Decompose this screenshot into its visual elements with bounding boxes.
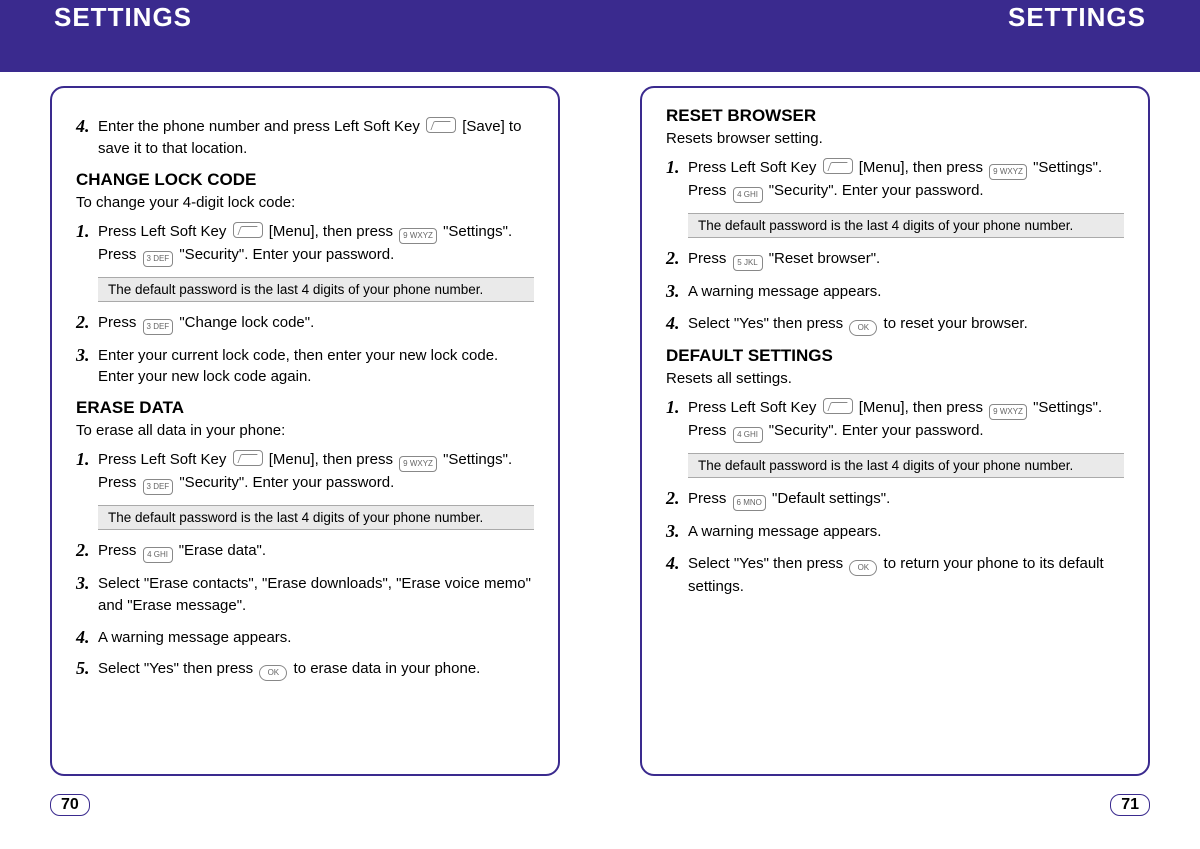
step-item: 1. Press Left Soft Key [Menu], then pres… xyxy=(666,157,1124,203)
step-text: Select "Yes" then press OK to reset your… xyxy=(688,313,1124,336)
step-item: 2. Press 5 JKL "Reset browser". xyxy=(666,248,1124,271)
step-text: Press Left Soft Key [Menu], then press 9… xyxy=(688,157,1124,203)
step-number: 1. xyxy=(666,157,688,203)
step-item: 1. Press Left Soft Key [Menu], then pres… xyxy=(76,221,534,267)
ok-key-icon: OK xyxy=(259,665,287,681)
section-subtitle: Resets all settings. xyxy=(666,370,1124,387)
step-number: 4. xyxy=(76,627,98,649)
content-box-right: RESET BROWSER Resets browser setting. 1.… xyxy=(640,86,1150,776)
step-text: Select "Erase contacts", "Erase download… xyxy=(98,573,534,617)
note-box: The default password is the last 4 digit… xyxy=(98,505,534,530)
step-number: 2. xyxy=(76,540,98,563)
step-number: 1. xyxy=(76,221,98,267)
step-text: A warning message appears. xyxy=(98,627,534,649)
section-subtitle: To erase all data in your phone: xyxy=(76,422,534,439)
page-right: RESET BROWSER Resets browser setting. 1.… xyxy=(640,86,1150,776)
key-9-icon: 9 WXYZ xyxy=(989,404,1027,420)
content-box-left: 4. Enter the phone number and press Left… xyxy=(50,86,560,776)
step-text: Press 4 GHI "Erase data". xyxy=(98,540,534,563)
header-bar: SETTINGS SETTINGS xyxy=(0,0,1200,72)
key-4-icon: 4 GHI xyxy=(733,427,763,443)
step-item: 3. A warning message appears. xyxy=(666,521,1124,543)
key-3-icon: 3 DEF xyxy=(143,319,174,335)
step-number: 3. xyxy=(76,345,98,389)
step-item: 1. Press Left Soft Key [Menu], then pres… xyxy=(76,449,534,495)
step-number: 3. xyxy=(666,521,688,543)
step-number: 4. xyxy=(666,313,688,336)
header-title-left: SETTINGS xyxy=(54,2,192,33)
step-item: 4. Select "Yes" then press OK to reset y… xyxy=(666,313,1124,336)
ok-key-icon: OK xyxy=(849,560,877,576)
step-text: Press 5 JKL "Reset browser". xyxy=(688,248,1124,271)
step-text: Press 6 MNO "Default settings". xyxy=(688,488,1124,511)
section-title: ERASE DATA xyxy=(76,398,534,418)
step-item: 1. Press Left Soft Key [Menu], then pres… xyxy=(666,397,1124,443)
section-title: RESET BROWSER xyxy=(666,106,1124,126)
key-3-icon: 3 DEF xyxy=(143,479,174,495)
step-text: Enter your current lock code, then enter… xyxy=(98,345,534,389)
key-9-icon: 9 WXYZ xyxy=(399,228,437,244)
step-text: Press Left Soft Key [Menu], then press 9… xyxy=(98,221,534,267)
step-item: 4. Select "Yes" then press OK to return … xyxy=(666,553,1124,598)
step-number: 1. xyxy=(666,397,688,443)
step-number: 4. xyxy=(666,553,688,598)
key-4-icon: 4 GHI xyxy=(733,187,763,203)
step-item: 2. Press 4 GHI "Erase data". xyxy=(76,540,534,563)
step-item: 2. Press 3 DEF "Change lock code". xyxy=(76,312,534,335)
step-item: 3. Select "Erase contacts", "Erase downl… xyxy=(76,573,534,617)
page-left: 4. Enter the phone number and press Left… xyxy=(50,86,560,776)
section-title: DEFAULT SETTINGS xyxy=(666,346,1124,366)
softkey-icon xyxy=(233,222,263,238)
step-number: 1. xyxy=(76,449,98,495)
step-number: 2. xyxy=(76,312,98,335)
page-number-right: 71 xyxy=(1110,794,1150,816)
header-title-right: SETTINGS xyxy=(1008,2,1146,33)
step-number: 2. xyxy=(666,248,688,271)
softkey-icon xyxy=(823,158,853,174)
note-box: The default password is the last 4 digit… xyxy=(98,277,534,302)
step-text: Select "Yes" then press OK to erase data… xyxy=(98,658,534,681)
step-item: 3. Enter your current lock code, then en… xyxy=(76,345,534,389)
page-spread: 4. Enter the phone number and press Left… xyxy=(0,72,1200,776)
softkey-icon xyxy=(823,398,853,414)
key-5-icon: 5 JKL xyxy=(733,255,763,271)
step-item: 5. Select "Yes" then press OK to erase d… xyxy=(76,658,534,681)
step-number: 5. xyxy=(76,658,98,681)
section-subtitle: Resets browser setting. xyxy=(666,130,1124,147)
softkey-icon xyxy=(233,450,263,466)
step-number: 4. xyxy=(76,116,98,160)
key-4-icon: 4 GHI xyxy=(143,547,173,563)
key-9-icon: 9 WXYZ xyxy=(989,164,1027,180)
step-number: 3. xyxy=(76,573,98,617)
step-text: Select "Yes" then press OK to return you… xyxy=(688,553,1124,598)
step-text: Press Left Soft Key [Menu], then press 9… xyxy=(98,449,534,495)
page-number-left: 70 xyxy=(50,794,90,816)
step-text: Press Left Soft Key [Menu], then press 9… xyxy=(688,397,1124,443)
step-number: 2. xyxy=(666,488,688,511)
ok-key-icon: OK xyxy=(849,320,877,336)
step-text: A warning message appears. xyxy=(688,281,1124,303)
note-box: The default password is the last 4 digit… xyxy=(688,453,1124,478)
step-item: 4. A warning message appears. xyxy=(76,627,534,649)
step-text: Press 3 DEF "Change lock code". xyxy=(98,312,534,335)
section-subtitle: To change your 4-digit lock code: xyxy=(76,194,534,211)
note-box: The default password is the last 4 digit… xyxy=(688,213,1124,238)
section-title: CHANGE LOCK CODE xyxy=(76,170,534,190)
step-text: Enter the phone number and press Left So… xyxy=(98,116,534,160)
key-6-icon: 6 MNO xyxy=(733,495,766,511)
key-9-icon: 9 WXYZ xyxy=(399,456,437,472)
step-item: 4. Enter the phone number and press Left… xyxy=(76,116,534,160)
step-item: 2. Press 6 MNO "Default settings". xyxy=(666,488,1124,511)
key-3-icon: 3 DEF xyxy=(143,251,174,267)
softkey-icon xyxy=(426,117,456,133)
step-number: 3. xyxy=(666,281,688,303)
step-text: A warning message appears. xyxy=(688,521,1124,543)
step-item: 3. A warning message appears. xyxy=(666,281,1124,303)
